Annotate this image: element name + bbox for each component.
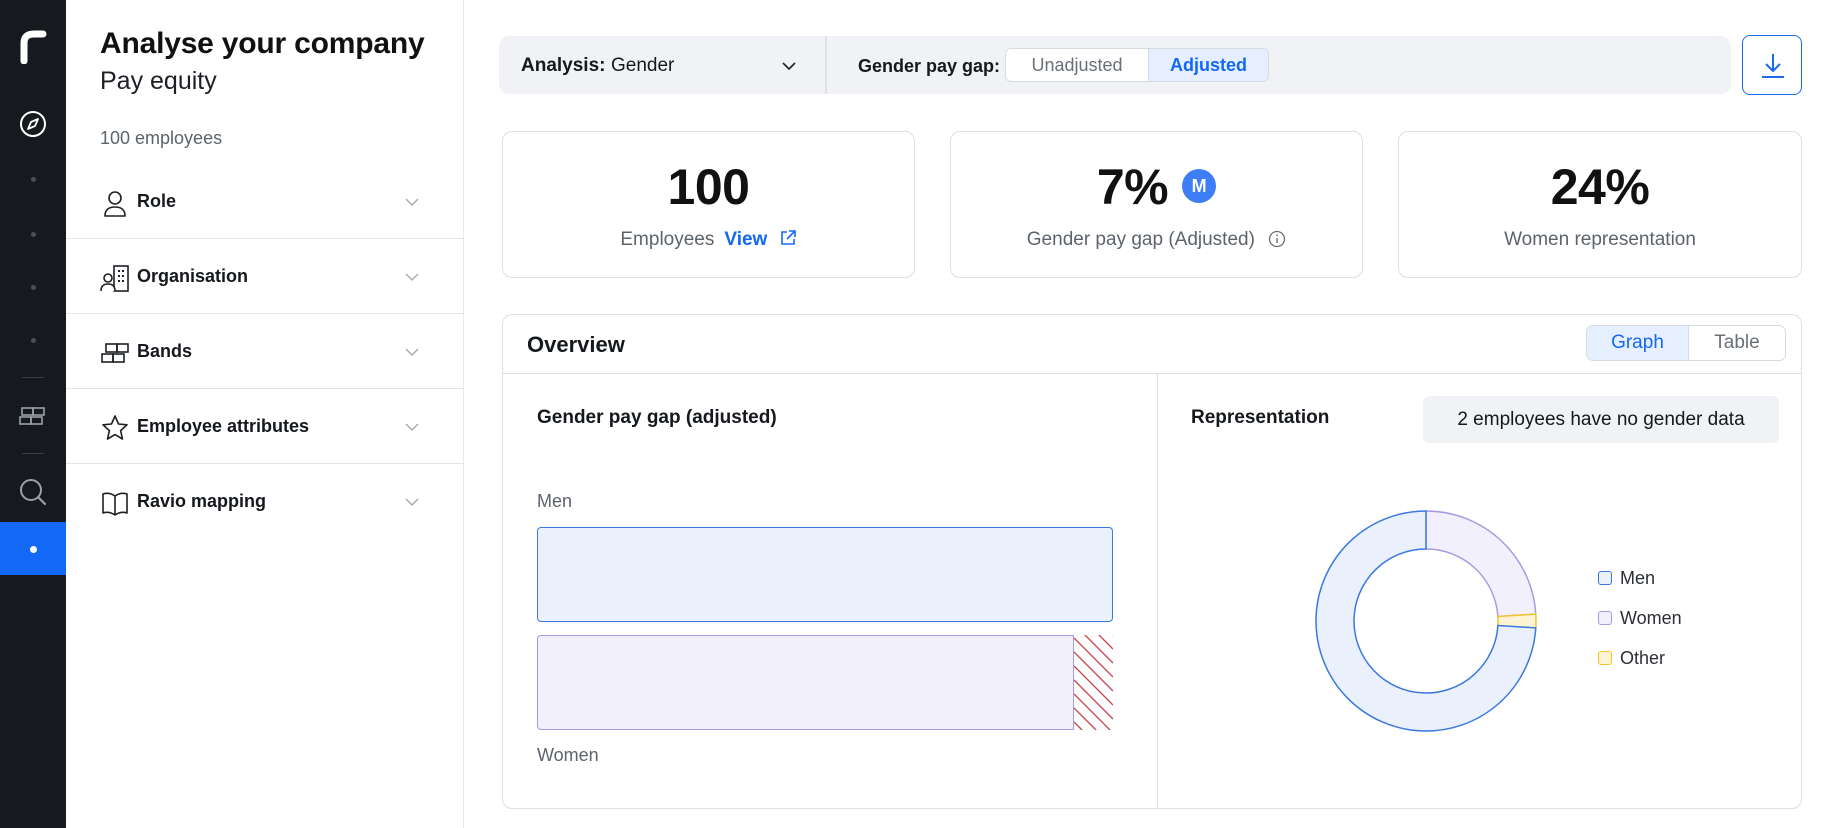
rail-item-dot[interactable]: [31, 338, 36, 343]
kpi-caption: Gender pay gap (Adjusted): [951, 229, 1362, 251]
view-toggle: Graph Table: [1586, 325, 1786, 361]
bar-women: [537, 635, 1074, 730]
employee-count: 100 employees: [100, 128, 223, 148]
filter-label: Ravio mapping: [137, 491, 267, 511]
legend-swatch: [1598, 651, 1612, 665]
filter-label: Organisation: [137, 266, 249, 286]
info-icon[interactable]: [1268, 230, 1286, 248]
filter-employee-attributes[interactable]: Employee attributes: [66, 389, 464, 464]
analysis-toolbar: Analysis: Gender Gender pay gap: Unadjus…: [499, 36, 1731, 94]
legend-swatch: [1598, 611, 1612, 625]
rail-item-dot[interactable]: [31, 177, 36, 182]
men-badge: M: [1182, 169, 1217, 203]
gap-mode-label: Gender pay gap:: [858, 56, 1001, 76]
filter-bands[interactable]: Bands: [66, 314, 464, 389]
person-icon: [104, 191, 126, 217]
ravio-logo[interactable]: [18, 28, 48, 64]
view-employees-link[interactable]: View: [724, 229, 796, 250]
chevron-down-icon: [405, 498, 419, 507]
gap-hatch: [1074, 635, 1113, 730]
donut-legend: Men Women Other: [1598, 568, 1682, 688]
no-gender-data-notice: 2 employees have no gender data: [1423, 396, 1779, 443]
legend-label: Other: [1620, 648, 1666, 668]
analysis-dropdown[interactable]: Analysis: Gender: [499, 36, 827, 94]
kpi-women-representation: 24% Women representation: [1398, 131, 1802, 278]
kpi-gender-pay-gap: 7% M Gender pay gap (Adjusted): [950, 131, 1363, 278]
filter-organisation[interactable]: Organisation: [66, 239, 464, 314]
page-subtitle: Pay equity: [100, 67, 217, 95]
book-icon: [102, 492, 128, 516]
legend-label: Women: [1620, 608, 1682, 628]
page-title: Analyse your company: [100, 27, 425, 60]
chevron-down-icon: [405, 423, 419, 432]
compass-icon[interactable]: [18, 109, 48, 139]
rail-item-dot[interactable]: [31, 232, 36, 237]
active-dot: [30, 546, 37, 553]
bar-label-women: Women: [537, 745, 599, 765]
gap-mode-toggle: Unadjusted Adjusted: [1005, 48, 1269, 82]
legend-item-men: Men: [1598, 568, 1682, 608]
bar-men: [537, 527, 1113, 622]
filter-panel: Analyse your company Pay equity 100 empl…: [66, 0, 464, 828]
bar-label-men: Men: [537, 491, 573, 511]
representation-title: Representation: [1191, 407, 1330, 428]
overview-card: Overview Graph Table Gender pay gap (adj…: [502, 314, 1802, 809]
view-table-tab[interactable]: Table: [1689, 326, 1785, 360]
gap-chart-title: Gender pay gap (adjusted): [537, 407, 777, 428]
gap-mode-unadjusted[interactable]: Unadjusted: [1006, 49, 1149, 81]
filter-label: Bands: [137, 341, 193, 361]
search-icon[interactable]: [18, 477, 48, 507]
kpi-value-row: 7% M: [951, 158, 1362, 216]
legend-item-other: Other: [1598, 648, 1682, 688]
gap-mode-adjusted[interactable]: Adjusted: [1149, 49, 1268, 81]
filter-label: Role: [137, 191, 177, 211]
download-icon: [1762, 54, 1784, 78]
legend-label: Men: [1620, 568, 1656, 588]
kpi-value: 100: [667, 159, 750, 215]
hatch-line: [1084, 635, 1113, 664]
kpi-caption: Employees View: [503, 229, 914, 251]
hatch-line: [1074, 721, 1083, 730]
kpi-label: Gender pay gap (Adjusted): [1026, 229, 1255, 250]
legend-swatch: [1598, 571, 1612, 585]
overview-title: Overview: [527, 332, 625, 357]
filter-label: Employee attributes: [137, 416, 310, 436]
external-link-icon: [780, 230, 796, 245]
filter-role[interactable]: Role: [66, 164, 464, 239]
chevron-down-icon: [782, 62, 796, 71]
star-icon: [102, 415, 128, 440]
rail-item-active[interactable]: [0, 522, 66, 575]
kpi-label: Women representation: [1504, 229, 1696, 250]
kpi-value: 7%: [1096, 159, 1169, 215]
org-building-icon: [100, 265, 129, 292]
chevron-down-icon: [405, 348, 419, 357]
kpi-label: Employees: [620, 229, 715, 250]
bands-icon[interactable]: [18, 402, 48, 432]
kpi-employees: 100 Employees View: [502, 131, 915, 278]
hatch-line: [1098, 635, 1113, 650]
analysis-label: Analysis:: [521, 55, 606, 76]
analysis-value: Gender: [611, 55, 675, 76]
section-divider: [1157, 374, 1158, 809]
chevron-down-icon: [405, 273, 419, 282]
view-graph-tab[interactable]: Graph: [1587, 326, 1689, 360]
filter-ravio-mapping[interactable]: Ravio mapping: [66, 464, 464, 539]
legend-item-women: Women: [1598, 608, 1682, 648]
rail-item-dot[interactable]: [31, 285, 36, 290]
app-rail: [0, 0, 66, 828]
representation-donut: [1315, 510, 1537, 732]
chevron-down-icon: [405, 198, 419, 207]
download-button[interactable]: [1742, 35, 1802, 95]
overview-header: Overview Graph Table: [503, 315, 1801, 374]
kpi-value: 24%: [1550, 159, 1650, 215]
donut-slice-women[interactable]: [1425, 510, 1537, 618]
bands-icon: [101, 343, 129, 363]
rail-divider: [22, 453, 44, 454]
rail-divider: [22, 377, 44, 378]
